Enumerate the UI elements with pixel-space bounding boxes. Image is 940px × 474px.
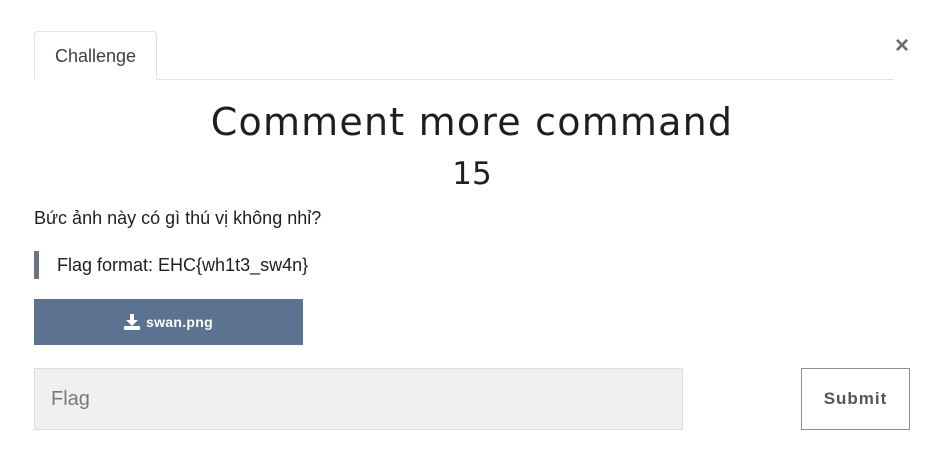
flag-format-text: Flag format: EHC{wh1t3_sw4n}: [57, 255, 309, 275]
challenge-points: 15: [452, 156, 492, 192]
challenge-description: Bức ảnh này có gì thú vị không nhỉ?: [34, 208, 322, 228]
download-icon: [124, 314, 141, 330]
flag-format-quote: Flag format: EHC{wh1t3_sw4n}: [34, 251, 308, 279]
download-file-button[interactable]: swan.png: [34, 299, 303, 345]
challenge-title: Comment more command: [210, 100, 734, 144]
submit-button[interactable]: Submit: [801, 368, 910, 430]
close-icon[interactable]: ×: [890, 32, 914, 60]
flag-input[interactable]: [34, 368, 683, 430]
tab-challenge[interactable]: Challenge: [34, 31, 157, 80]
challenge-modal: Challenge × Comment more command 15 Bức …: [0, 0, 940, 474]
download-filename: swan.png: [146, 314, 213, 330]
tab-bar: Challenge: [34, 31, 894, 80]
